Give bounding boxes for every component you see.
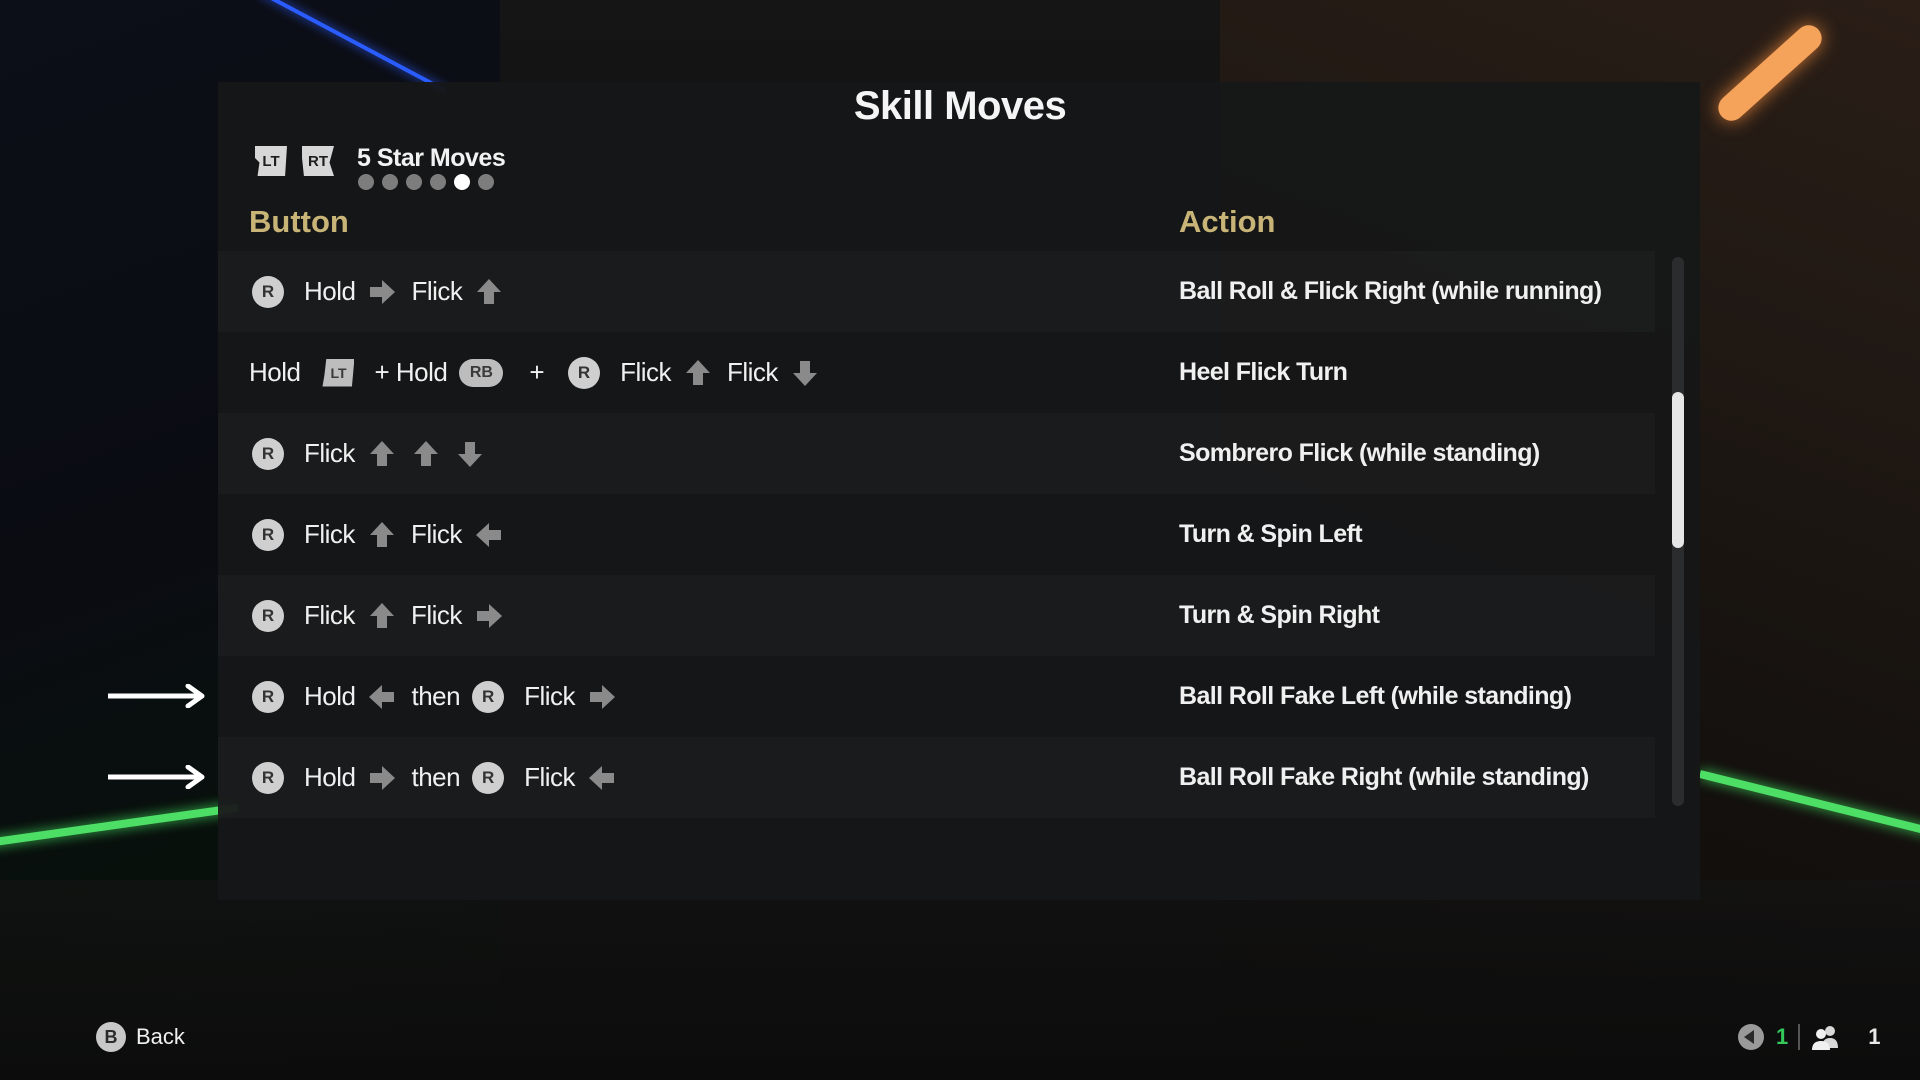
button-combo: R Flick xyxy=(252,413,499,494)
combo-word: Flick xyxy=(304,438,355,468)
action-name: Turn & Spin Right xyxy=(1179,601,1380,629)
action-name: Heel Flick Turn xyxy=(1179,358,1348,386)
page-indicator-dots xyxy=(358,174,494,190)
button-combo: R Flick Flick xyxy=(252,575,518,656)
back-label: Back xyxy=(136,1024,185,1049)
page-dot[interactable] xyxy=(478,174,494,190)
b-button-icon: B xyxy=(96,1022,126,1052)
combo-word: then xyxy=(411,762,461,792)
page-dot[interactable] xyxy=(358,174,374,190)
lt-trigger-icon: LT xyxy=(322,358,355,387)
arrow-right-icon xyxy=(367,763,397,793)
page-dot[interactable] xyxy=(382,174,398,190)
arrow-up-icon xyxy=(367,601,397,631)
annotation-arrow-icon xyxy=(108,765,206,789)
skill-move-row[interactable]: Hold LT + Hold RB + R Flick Flick Heel Flick Tur… xyxy=(218,332,1655,413)
combo-word: Flick xyxy=(304,600,355,630)
right-stick-icon: R xyxy=(252,680,284,713)
right-stick-icon: R xyxy=(472,680,505,713)
page-dot[interactable] xyxy=(430,174,446,190)
arrow-right-icon xyxy=(474,601,504,631)
right-stick-icon: R xyxy=(252,437,284,470)
skill-move-row[interactable]: R Hold then R Flick Ball Roll Fake Left (whil… xyxy=(218,656,1655,737)
combo-word: Flick xyxy=(524,681,576,711)
arrow-down-icon xyxy=(455,439,485,469)
rb-bumper-icon: RB xyxy=(459,358,504,387)
scrollbar-thumb[interactable] xyxy=(1672,392,1684,548)
skill-move-row[interactable]: R Hold then R Flick Ball Roll Fake Right (whi… xyxy=(218,737,1655,818)
arrow-left-icon xyxy=(474,520,504,550)
button-combo: R Hold Flick xyxy=(252,251,518,332)
action-name: Ball Roll & Flick Right (while running) xyxy=(1179,277,1602,305)
page-dot[interactable] xyxy=(406,174,422,190)
right-stick-icon: R xyxy=(252,275,284,308)
rt-trigger-icon[interactable]: RT xyxy=(302,146,334,176)
page-dot[interactable] xyxy=(454,174,470,190)
button-combo: R Flick Flick xyxy=(252,494,518,575)
action-name: Ball Roll Fake Right (while standing) xyxy=(1179,763,1589,791)
right-stick-icon: R xyxy=(252,761,284,794)
combo-word: Flick xyxy=(410,600,462,630)
combo-word: Flick xyxy=(727,357,778,387)
combo-word: Hold xyxy=(304,762,356,792)
skill-move-row[interactable]: R Hold Flick Ball Roll & Flick Right (while… xyxy=(218,251,1655,332)
background-floor xyxy=(0,880,1920,1080)
speaker-icon xyxy=(1738,1024,1764,1050)
button-combo: R Hold then R Flick xyxy=(252,656,631,737)
arrow-up-icon xyxy=(411,439,441,469)
players-count: 1 xyxy=(1868,1024,1881,1049)
combo-word: Flick xyxy=(410,519,462,549)
arrow-up-icon xyxy=(367,439,397,469)
page-category-label: 5 Star Moves xyxy=(357,144,506,172)
combo-word: + Hold xyxy=(374,357,448,387)
right-stick-icon: R xyxy=(252,518,284,551)
combo-word: Flick xyxy=(304,519,355,549)
players-icon xyxy=(1812,1026,1839,1050)
skill-move-row[interactable]: R Flick Flick Turn & Spin Right xyxy=(218,575,1655,656)
combo-word: Flick xyxy=(620,357,671,387)
column-header-action: Action xyxy=(1179,204,1276,239)
combo-word: + xyxy=(529,357,545,387)
skill-moves-list: R Hold Flick Ball Roll & Flick Right (while… xyxy=(218,251,1655,818)
back-button[interactable]: B Back xyxy=(96,1022,185,1052)
session-status: 1 1 xyxy=(1738,1022,1881,1052)
right-stick-icon: R xyxy=(568,356,601,389)
lt-trigger-icon[interactable]: LT xyxy=(255,146,287,176)
status-divider xyxy=(1798,1024,1801,1050)
annotation-arrow-icon xyxy=(108,684,206,708)
button-combo: Hold LT + Hold RB + R Flick Flick xyxy=(249,332,834,413)
arrow-right-icon xyxy=(587,682,617,712)
arrow-up-icon xyxy=(474,277,504,307)
arrow-right-icon xyxy=(367,277,397,307)
combo-word: Hold xyxy=(304,276,356,306)
combo-word: Flick xyxy=(411,276,463,306)
combo-word: then xyxy=(411,681,461,711)
voice-count: 1 xyxy=(1776,1024,1789,1049)
combo-word: Flick xyxy=(524,762,576,792)
arrow-down-icon xyxy=(790,358,820,388)
action-name: Sombrero Flick (while standing) xyxy=(1179,439,1540,467)
button-combo: R Hold then R Flick xyxy=(252,737,631,818)
page-title: Skill Moves xyxy=(853,84,1067,128)
combo-word: Hold xyxy=(249,357,301,387)
combo-word: Hold xyxy=(304,681,356,711)
scrollbar-track[interactable] xyxy=(1672,257,1684,806)
column-header-button: Button xyxy=(249,204,349,239)
arrow-left-icon xyxy=(367,682,397,712)
right-stick-icon: R xyxy=(472,761,505,794)
skill-move-row[interactable]: R Flick Sombrero Flick (while standing) xyxy=(218,413,1655,494)
arrow-up-icon xyxy=(683,358,713,388)
right-stick-icon: R xyxy=(252,599,284,632)
arrow-left-icon xyxy=(587,763,617,793)
action-name: Turn & Spin Left xyxy=(1179,520,1363,548)
arrow-up-icon xyxy=(367,520,397,550)
skill-move-row[interactable]: R Flick Flick Turn & Spin Left xyxy=(218,494,1655,575)
action-name: Ball Roll Fake Left (while standing) xyxy=(1179,682,1572,710)
